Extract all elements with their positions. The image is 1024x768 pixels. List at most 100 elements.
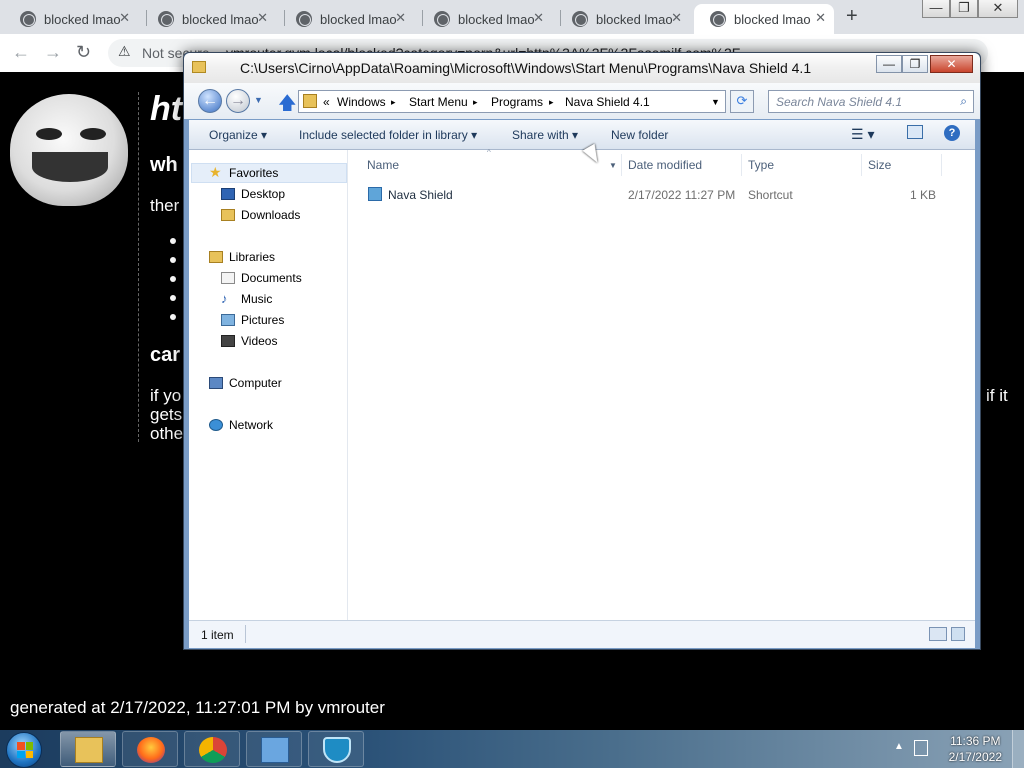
tab-title: blocked lmao — [734, 11, 811, 27]
details-view-icon[interactable] — [929, 627, 947, 641]
sort-indicator-icon: ^ — [487, 148, 491, 157]
breadcrumb-dropdown-icon[interactable]: ▼ — [711, 97, 720, 107]
taskbar-chrome[interactable] — [184, 731, 240, 767]
page-footer: generated at 2/17/2022, 11:27:01 PM by v… — [10, 698, 385, 717]
column-header-type[interactable]: Type — [748, 158, 774, 172]
nav-label: Favorites — [229, 166, 279, 180]
breadcrumb-prefix[interactable]: « — [323, 95, 330, 109]
browser-tab[interactable]: blocked lmao ✕ — [552, 4, 690, 34]
breadcrumb-item-nava-shield[interactable]: Nava Shield 4.1 — [565, 95, 650, 109]
tab-close-icon[interactable]: ✕ — [395, 10, 406, 26]
show-desktop-button[interactable] — [1012, 730, 1024, 768]
search-input[interactable]: Search Nava Shield 4.1 ⌕ — [768, 90, 974, 113]
back-arrow-icon[interactable]: ← — [12, 42, 30, 63]
tab-close-icon[interactable]: ✕ — [815, 10, 826, 26]
large-icons-view-icon[interactable] — [951, 627, 965, 641]
start-button[interactable] — [6, 732, 42, 768]
column-separator — [861, 154, 862, 176]
browser-restore-button[interactable]: ❐ — [950, 0, 978, 18]
column-header-name[interactable]: Name — [367, 158, 399, 172]
nav-label: Music — [241, 292, 273, 306]
troll-eye — [80, 128, 106, 140]
back-button[interactable]: ← — [198, 89, 222, 113]
browser-tab[interactable]: blocked lmao ✕ — [0, 4, 138, 34]
taskbar-firefox[interactable] — [122, 731, 178, 767]
breadcrumb-item-start-menu[interactable]: Start Menu — [409, 95, 468, 109]
troll-eye — [36, 128, 62, 140]
nav-label: Documents — [241, 271, 302, 285]
globe-icon — [434, 11, 450, 27]
browser-tab[interactable]: blocked lmao ✕ — [138, 4, 276, 34]
search-icon[interactable]: ⌕ — [960, 94, 967, 109]
column-header-size[interactable]: Size — [868, 158, 891, 172]
breadcrumb-item-programs[interactable]: Programs — [491, 95, 543, 109]
nav-label: Desktop — [241, 187, 286, 201]
window-title: C:\Users\Cirno\AppData\Roaming\Microsoft… — [240, 60, 812, 76]
forward-arrow-icon[interactable]: → — [44, 42, 62, 63]
bullet — [170, 295, 176, 301]
warning-icon[interactable]: ⚠ — [118, 43, 131, 60]
share-with-button[interactable]: Share with ▾ — [512, 128, 578, 142]
browser-minimize-button[interactable]: — — [922, 0, 950, 18]
browser-tab-bar: blocked lmao ✕ blocked lmao ✕ blocked lm… — [0, 0, 1024, 34]
explorer-title-bar[interactable]: C:\Users\Cirno\AppData\Roaming\Microsoft… — [184, 53, 980, 83]
nav-label: Computer — [229, 376, 282, 390]
search-placeholder[interactable]: Search Nava Shield 4.1 — [776, 95, 902, 109]
bullet — [170, 238, 176, 244]
downloads-icon — [221, 209, 235, 221]
navigation-pane: ★ Favorites Desktop Downloads Libraries … — [189, 150, 348, 620]
close-button[interactable]: ✕ — [930, 55, 973, 73]
history-dropdown-icon[interactable]: ▼ — [254, 95, 263, 105]
help-icon[interactable]: ? — [944, 125, 960, 141]
file-name[interactable]: Nava Shield — [388, 188, 453, 202]
videos-icon — [221, 335, 235, 347]
breadcrumb-separator[interactable]: ▸ — [549, 97, 554, 108]
clock[interactable]: 11:36 PM 2/17/2022 — [949, 733, 1002, 765]
body-text: if it — [986, 386, 1008, 405]
organize-button[interactable]: Organize ▾ — [209, 128, 267, 142]
tab-close-icon[interactable]: ✕ — [119, 10, 130, 26]
browser-tab[interactable]: blocked lmao ✕ — [414, 4, 552, 34]
troll-face-image — [10, 94, 128, 206]
new-folder-button[interactable]: New folder — [611, 128, 668, 142]
minimize-button[interactable]: — — [876, 55, 902, 73]
forward-button[interactable]: → — [226, 89, 250, 113]
tray-expand-icon[interactable]: ▲ — [894, 741, 904, 752]
network-tray-icon[interactable] — [914, 740, 928, 756]
column-dropdown-icon[interactable]: ▼ — [609, 161, 617, 170]
column-header-date[interactable]: Date modified — [628, 158, 702, 172]
taskbar-explorer[interactable] — [60, 731, 116, 767]
clock-date: 2/17/2022 — [948, 750, 1002, 764]
file-date: 2/17/2022 11:27 PM — [628, 188, 736, 202]
view-options-icon[interactable]: ☰ ▾ — [851, 126, 874, 143]
body-text: if yo — [150, 386, 182, 405]
reload-icon[interactable]: ↻ — [76, 42, 91, 63]
breadcrumb[interactable]: « Windows ▸ Start Menu ▸ Programs ▸ Nava… — [298, 90, 726, 113]
tab-close-icon[interactable]: ✕ — [533, 10, 544, 26]
refresh-icon[interactable]: ⟳ — [730, 90, 754, 113]
browser-tab[interactable]: blocked lmao ✕ — [276, 4, 414, 34]
breadcrumb-separator[interactable]: ▸ — [391, 97, 396, 108]
folder-icon — [75, 737, 103, 763]
tab-close-icon[interactable]: ✕ — [671, 10, 682, 26]
breadcrumb-separator[interactable]: ▸ — [473, 97, 478, 108]
address-row: ← → ▼ 🡅 « Windows ▸ Start Menu ▸ Program… — [184, 83, 980, 119]
new-tab-button[interactable]: + — [846, 5, 858, 28]
browser-tab-active[interactable]: blocked lmao ✕ — [694, 4, 834, 34]
network-icon — [209, 419, 223, 431]
column-separator — [621, 154, 622, 176]
preview-pane-icon[interactable] — [907, 125, 923, 139]
taskbar-nava-shield[interactable] — [308, 731, 364, 767]
nava-shield-icon — [323, 737, 351, 763]
up-arrow-icon[interactable]: 🡅 — [278, 91, 297, 121]
firefox-icon — [137, 737, 165, 763]
tab-close-icon[interactable]: ✕ — [257, 10, 268, 26]
include-in-library-button[interactable]: Include selected folder in library ▾ — [299, 128, 477, 142]
file-type: Shortcut — [748, 188, 793, 202]
maximize-button[interactable]: ❐ — [902, 55, 928, 73]
bullet — [170, 314, 176, 320]
breadcrumb-item-windows[interactable]: Windows — [337, 95, 386, 109]
browser-close-button[interactable]: ✕ — [978, 0, 1018, 18]
shortcut-icon — [368, 187, 382, 201]
taskbar-control-panel[interactable] — [246, 731, 302, 767]
